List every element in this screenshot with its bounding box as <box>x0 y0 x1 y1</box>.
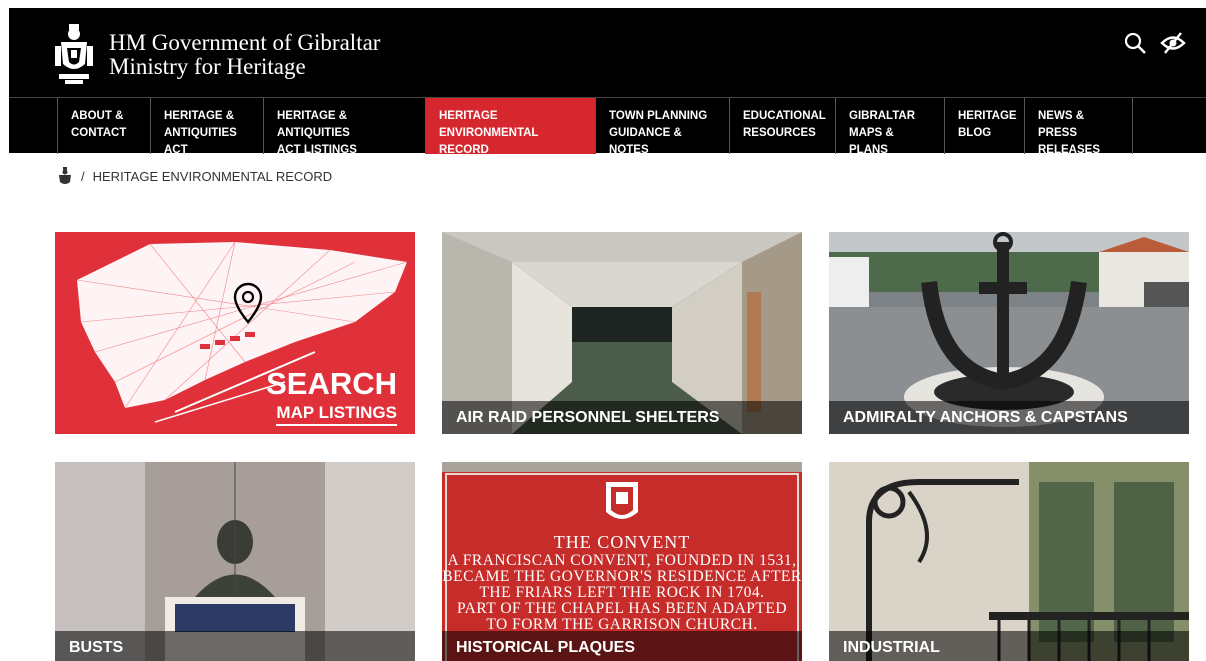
plaque-inscription: THE CONVENT A FRANCISCAN CONVENT, FOUNDE… <box>442 532 802 633</box>
site-logo[interactable]: HM Government of Gibraltar Ministry for … <box>53 20 380 90</box>
tile-label-shelters: AIR RAID PERSONNEL SHELTERS <box>442 401 802 434</box>
breadcrumb-current: HERITAGE ENVIRONMENTAL RECORD <box>92 168 333 184</box>
nav-item-heritage-blog[interactable]: HERITAGE BLOG <box>944 98 1024 154</box>
search-tile-subtitle: MAP LISTINGS <box>276 402 397 426</box>
tile-industrial[interactable]: INDUSTRIAL <box>829 462 1189 661</box>
search-icon[interactable] <box>1122 30 1148 56</box>
tile-label-plaques: HISTORICAL PLAQUES <box>442 631 802 661</box>
tile-label-anchors: ADMIRALTY ANCHORS & CAPSTANS <box>829 401 1189 434</box>
plaque-line: THE FRIARS LEFT THE ROCK IN 1704. <box>479 584 765 601</box>
site-title-line2: Ministry for Heritage <box>109 54 306 79</box>
breadcrumb-separator: / <box>81 168 85 184</box>
plaque-line: A FRANCISCAN CONVENT, FOUNDED IN 1531, <box>447 552 797 569</box>
plaque-line: PART OF THE CHAPEL HAS BEEN ADAPTED <box>456 600 788 617</box>
main-nav: ABOUT & CONTACT HERITAGE & ANTIQUITIES A… <box>9 97 1206 156</box>
breadcrumb: / HERITAGE ENVIRONMENTAL RECORD <box>57 166 332 186</box>
site-header: HM Government of Gibraltar Ministry for … <box>9 8 1206 156</box>
search-tile-title: SEARCH <box>266 366 397 401</box>
nav-item-news-press[interactable]: NEWS & PRESS RELEASES <box>1024 98 1133 156</box>
tile-label-industrial: INDUSTRIAL <box>829 631 1189 661</box>
tile-label-busts: BUSTS <box>55 631 415 661</box>
nav-item-maps-plans[interactable]: GIBRALTAR MAPS & PLANS <box>835 98 944 156</box>
nav-item-about-contact[interactable]: ABOUT & CONTACT <box>57 98 150 154</box>
nav-item-town-planning[interactable]: TOWN PLANNING GUIDANCE & NOTES <box>595 98 729 156</box>
tile-historical-plaques[interactable]: THE CONVENT A FRANCISCAN CONVENT, FOUNDE… <box>442 462 802 661</box>
nav-item-environmental-record[interactable]: HERITAGE ENVIRONMENTAL RECORD <box>425 98 595 156</box>
nav-item-act-listings[interactable]: HERITAGE & ANTIQUITIES ACT LISTINGS <box>263 98 425 156</box>
tile-air-raid-shelters[interactable]: AIR RAID PERSONNEL SHELTERS <box>442 232 802 434</box>
plaque-title: THE CONVENT <box>553 532 691 552</box>
crest-home-icon[interactable] <box>57 166 73 186</box>
nav-item-educational-resources[interactable]: EDUCATIONAL RESOURCES <box>729 98 835 154</box>
site-title-line1: HM Government of Gibraltar <box>109 30 381 55</box>
crest-icon <box>55 24 93 84</box>
tile-busts[interactable]: BUSTS <box>55 462 415 661</box>
tile-admiralty-anchors[interactable]: ADMIRALTY ANCHORS & CAPSTANS <box>829 232 1189 434</box>
tile-search-map-listings[interactable]: SEARCH MAP LISTINGS <box>55 232 415 434</box>
accessibility-eye-icon[interactable] <box>1160 30 1186 56</box>
nav-item-heritage-antiquities-act[interactable]: HERITAGE & ANTIQUITIES ACT <box>150 98 263 156</box>
plaque-line: BECAME THE GOVERNOR'S RESIDENCE AFTER <box>442 568 802 585</box>
